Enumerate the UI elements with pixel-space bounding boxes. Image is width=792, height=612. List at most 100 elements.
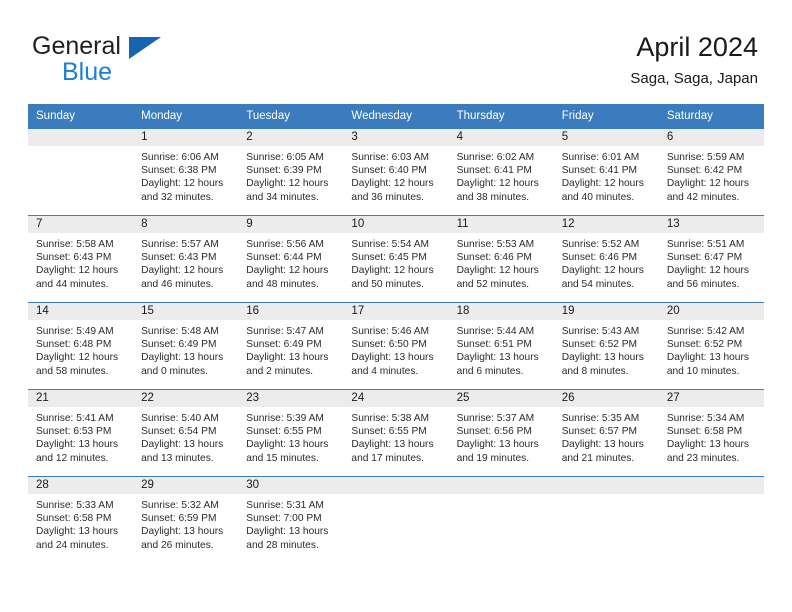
daylight-text-cont: and 24 minutes.	[36, 539, 109, 551]
day-number	[28, 129, 134, 146]
sunrise-text: Sunrise: 5:43 AM	[561, 326, 640, 337]
daylight-text-cont: and 12 minutes.	[36, 452, 109, 464]
daylight-text: Daylight: 13 hours	[351, 352, 434, 364]
weekday-header-thursday: Thursday	[448, 104, 554, 129]
daylight-text: Daylight: 12 hours	[141, 178, 224, 190]
day-number: 4	[448, 129, 554, 146]
day-details: Sunrise: 6:01 AM Sunset: 6:41 PM Daylight:…	[554, 146, 659, 204]
daylight-text: Daylight: 12 hours	[141, 265, 224, 277]
calendar-day-cell-empty	[553, 476, 659, 563]
daylight-text-cont: and 10 minutes.	[666, 365, 740, 377]
daylight-text-cont: and 48 minutes.	[246, 278, 319, 290]
calendar-week-row: 7 Sunrise: 5:58 AM Sunset: 6:43 PM Daylight…	[28, 215, 764, 303]
daylight-text: Daylight: 12 hours	[561, 178, 644, 190]
weekday-header-sunday: Sunday	[28, 104, 134, 129]
day-number	[658, 477, 764, 494]
calendar-day-cell[interactable]: 20 Sunrise: 5:42 AM Sunset: 6:52 PM Dayligh…	[658, 302, 764, 390]
calendar-day-cell[interactable]: 30 Sunrise: 5:31 AM Sunset: 7:00 PM Dayligh…	[238, 476, 344, 563]
sunset-text: Sunset: 6:51 PM	[456, 339, 532, 351]
calendar-day-cell[interactable]: 27 Sunrise: 5:34 AM Sunset: 6:58 PM Dayligh…	[658, 389, 764, 477]
day-number: 15	[133, 303, 239, 320]
calendar-day-cell[interactable]: 12 Sunrise: 5:52 AM Sunset: 6:46 PM Dayligh…	[553, 215, 659, 303]
calendar-day-cell[interactable]: 23 Sunrise: 5:39 AM Sunset: 6:55 PM Dayligh…	[238, 389, 344, 477]
daylight-text: Daylight: 13 hours	[246, 352, 329, 364]
day-details: Sunrise: 6:02 AM Sunset: 6:41 PM Daylight:…	[449, 146, 554, 204]
calendar-day-cell[interactable]: 3 Sunrise: 6:03 AM Sunset: 6:40 PM Daylight…	[343, 128, 449, 216]
calendar-day-cell-empty	[448, 476, 554, 563]
sunrise-text: Sunrise: 5:33 AM	[36, 500, 114, 511]
calendar-day-cell[interactable]: 7 Sunrise: 5:58 AM Sunset: 6:43 PM Daylight…	[28, 215, 134, 303]
sunset-text: Sunset: 6:58 PM	[666, 426, 743, 438]
sunset-text: Sunset: 6:58 PM	[36, 513, 112, 525]
calendar-day-cell[interactable]: 19 Sunrise: 5:43 AM Sunset: 6:52 PM Dayligh…	[553, 302, 659, 390]
sunset-text: Sunset: 6:46 PM	[561, 252, 638, 264]
sunset-text: Sunset: 6:40 PM	[351, 165, 427, 177]
day-details: Sunrise: 5:52 AM Sunset: 6:46 PM Daylight:…	[554, 233, 659, 291]
calendar-day-cell[interactable]: 16 Sunrise: 5:47 AM Sunset: 6:49 PM Dayligh…	[238, 302, 344, 390]
day-details: Sunrise: 5:49 AM Sunset: 6:48 PM Daylight:…	[28, 320, 133, 378]
sunrise-text: Sunrise: 5:44 AM	[456, 326, 535, 337]
daylight-text-cont: and 2 minutes.	[246, 365, 314, 377]
calendar-day-cell[interactable]: 29 Sunrise: 5:32 AM Sunset: 6:59 PM Dayligh…	[133, 476, 239, 563]
sunrise-text: Sunrise: 6:06 AM	[141, 152, 219, 163]
daylight-text-cont: and 4 minutes.	[351, 365, 419, 377]
daylight-text: Daylight: 12 hours	[36, 352, 119, 364]
sunrise-text: Sunrise: 5:51 AM	[666, 239, 745, 250]
calendar-day-cell[interactable]: 4 Sunrise: 6:02 AM Sunset: 6:41 PM Daylight…	[448, 128, 554, 216]
sunrise-text: Sunrise: 5:42 AM	[666, 326, 745, 337]
daylight-text-cont: and 13 minutes.	[141, 452, 214, 464]
day-details: Sunrise: 5:42 AM Sunset: 6:52 PM Daylight:…	[659, 320, 764, 378]
daylight-text-cont: and 15 minutes.	[246, 452, 319, 464]
calendar-day-cell[interactable]: 2 Sunrise: 6:05 AM Sunset: 6:39 PM Daylight…	[238, 128, 344, 216]
calendar-day-cell[interactable]: 15 Sunrise: 5:48 AM Sunset: 6:49 PM Dayligh…	[133, 302, 239, 390]
calendar-week-row: 14 Sunrise: 5:49 AM Sunset: 6:48 PM Dayligh…	[28, 302, 764, 390]
calendar-day-cell[interactable]: 22 Sunrise: 5:40 AM Sunset: 6:54 PM Dayligh…	[133, 389, 239, 477]
calendar-day-cell[interactable]: 21 Sunrise: 5:41 AM Sunset: 6:53 PM Dayligh…	[28, 389, 134, 477]
sunrise-text: Sunrise: 5:49 AM	[36, 326, 114, 337]
calendar-day-cell-empty	[343, 476, 449, 563]
day-number: 10	[343, 216, 449, 233]
day-number: 28	[28, 477, 134, 494]
calendar-day-cell[interactable]: 28 Sunrise: 5:33 AM Sunset: 6:58 PM Dayligh…	[28, 476, 134, 563]
calendar-day-cell[interactable]: 14 Sunrise: 5:49 AM Sunset: 6:48 PM Dayligh…	[28, 302, 134, 390]
day-details: Sunrise: 5:47 AM Sunset: 6:49 PM Daylight:…	[238, 320, 343, 378]
calendar-day-cell[interactable]: 8 Sunrise: 5:57 AM Sunset: 6:43 PM Daylight…	[133, 215, 239, 303]
sunrise-text: Sunrise: 5:47 AM	[246, 326, 324, 337]
calendar-day-cell[interactable]: 17 Sunrise: 5:46 AM Sunset: 6:50 PM Dayligh…	[343, 302, 449, 390]
calendar-day-cell[interactable]: 10 Sunrise: 5:54 AM Sunset: 6:45 PM Dayligh…	[343, 215, 449, 303]
day-details: Sunrise: 5:56 AM Sunset: 6:44 PM Daylight:…	[238, 233, 343, 291]
page-subtitle: Saga, Saga, Japan	[630, 70, 758, 87]
sunrise-text: Sunrise: 6:02 AM	[456, 152, 535, 163]
calendar-day-cell[interactable]: 9 Sunrise: 5:56 AM Sunset: 6:44 PM Daylight…	[238, 215, 344, 303]
day-number: 14	[28, 303, 134, 320]
calendar-day-cell[interactable]: 11 Sunrise: 5:53 AM Sunset: 6:46 PM Dayligh…	[448, 215, 554, 303]
day-details	[28, 146, 133, 211]
daylight-text: Daylight: 13 hours	[141, 352, 224, 364]
daylight-text: Daylight: 13 hours	[246, 526, 329, 538]
calendar-day-cell[interactable]: 25 Sunrise: 5:37 AM Sunset: 6:56 PM Dayligh…	[448, 389, 554, 477]
sunset-text: Sunset: 6:53 PM	[36, 426, 112, 438]
daylight-text: Daylight: 13 hours	[666, 352, 749, 364]
calendar-day-cell[interactable]: 24 Sunrise: 5:38 AM Sunset: 6:55 PM Dayligh…	[343, 389, 449, 477]
calendar-day-cell[interactable]: 13 Sunrise: 5:51 AM Sunset: 6:47 PM Dayligh…	[658, 215, 764, 303]
sunset-text: Sunset: 6:59 PM	[141, 513, 217, 525]
daylight-text-cont: and 36 minutes.	[351, 191, 424, 203]
calendar-day-cell[interactable]: 1 Sunrise: 6:06 AM Sunset: 6:38 PM Daylight…	[133, 128, 239, 216]
calendar-day-cell[interactable]: 5 Sunrise: 6:01 AM Sunset: 6:41 PM Daylight…	[553, 128, 659, 216]
day-details: Sunrise: 5:46 AM Sunset: 6:50 PM Daylight:…	[343, 320, 448, 378]
calendar-day-cell[interactable]: 26 Sunrise: 5:35 AM Sunset: 6:57 PM Dayligh…	[553, 389, 659, 477]
calendar-week-row: 1 Sunrise: 6:06 AM Sunset: 6:38 PM Daylight…	[28, 128, 764, 216]
sunrise-text: Sunrise: 5:57 AM	[141, 239, 219, 250]
sunset-text: Sunset: 6:41 PM	[456, 165, 532, 177]
day-details	[659, 494, 764, 559]
day-details	[554, 494, 659, 559]
daylight-text-cont: and 34 minutes.	[246, 191, 319, 203]
day-details: Sunrise: 5:54 AM Sunset: 6:45 PM Daylight:…	[343, 233, 448, 291]
calendar-day-cell[interactable]: 6 Sunrise: 5:59 AM Sunset: 6:42 PM Daylight…	[658, 128, 764, 216]
day-details: Sunrise: 5:59 AM Sunset: 6:42 PM Daylight:…	[659, 146, 764, 204]
daylight-text-cont: and 52 minutes.	[456, 278, 530, 290]
daylight-text-cont: and 21 minutes.	[561, 452, 635, 464]
day-details: Sunrise: 5:58 AM Sunset: 6:43 PM Daylight:…	[28, 233, 133, 291]
day-number	[343, 477, 449, 494]
calendar-day-cell[interactable]: 18 Sunrise: 5:44 AM Sunset: 6:51 PM Dayligh…	[448, 302, 554, 390]
